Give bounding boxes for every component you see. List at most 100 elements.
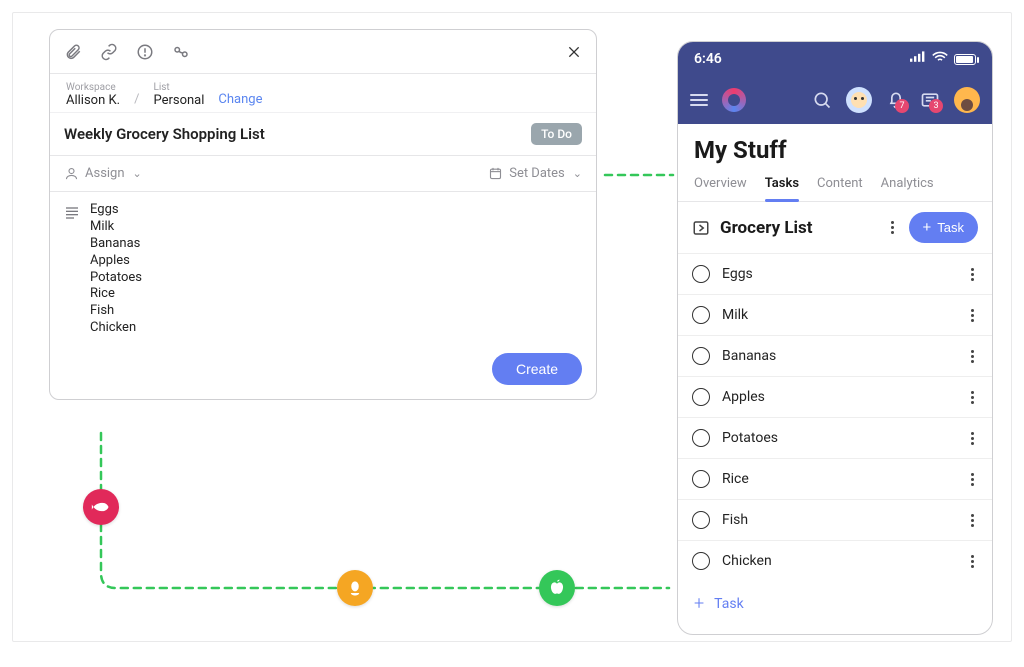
wifi-icon — [932, 51, 948, 67]
list-header: Grocery List + Task — [678, 202, 992, 254]
task-row[interactable]: Chicken — [678, 541, 992, 581]
set-dates-action[interactable]: Set Dates ⌄ — [488, 166, 582, 181]
app-logo[interactable] — [722, 88, 746, 112]
search-icon[interactable] — [812, 90, 832, 110]
task-row[interactable]: Bananas — [678, 336, 992, 377]
editor-title-row: Weekly Grocery Shopping List To Do — [50, 113, 596, 156]
task-row[interactable]: Rice — [678, 459, 992, 500]
breadcrumb-separator: / — [134, 92, 139, 107]
task-label: Potatoes — [722, 430, 954, 446]
task-label: Milk — [722, 307, 954, 323]
list-menu-icon[interactable] — [887, 221, 899, 234]
checkbox[interactable] — [692, 552, 710, 570]
task-menu-icon[interactable] — [966, 432, 978, 445]
task-label: Eggs — [722, 266, 954, 282]
task-menu-icon[interactable] — [966, 514, 978, 527]
desc-item: Fish — [90, 303, 142, 320]
menu-icon[interactable] — [690, 94, 708, 106]
close-icon[interactable] — [566, 44, 582, 60]
task-label: Fish — [722, 512, 954, 528]
add-task-row[interactable]: + Task — [678, 581, 992, 626]
connector-apple-node — [539, 570, 575, 606]
checkbox[interactable] — [692, 511, 710, 529]
task-row[interactable]: Potatoes — [678, 418, 992, 459]
task-title[interactable]: Weekly Grocery Shopping List — [64, 125, 531, 143]
text-icon — [64, 204, 80, 337]
add-task-button[interactable]: + Task — [909, 212, 979, 243]
page-title: My Stuff — [678, 124, 992, 168]
task-menu-icon[interactable] — [966, 268, 978, 281]
task-menu-icon[interactable] — [966, 473, 978, 486]
checkbox[interactable] — [692, 470, 710, 488]
task-menu-icon[interactable] — [966, 555, 978, 568]
phone-statusbar: 6:46 — [678, 42, 992, 76]
editor-actions: Assign ⌄ Set Dates ⌄ — [50, 156, 596, 192]
inbox-icon[interactable]: 3 — [920, 90, 940, 110]
task-editor: Workspace Allison K. / List Personal Cha… — [49, 29, 597, 400]
connector-egg-node — [337, 570, 373, 606]
desc-item: Rice — [90, 286, 142, 303]
list-title: Grocery List — [720, 218, 877, 238]
chevron-down-icon: ⌄ — [573, 167, 582, 180]
dependency-icon[interactable] — [172, 43, 190, 61]
inbox-badge: 3 — [929, 99, 943, 113]
editor-breadcrumb: Workspace Allison K. / List Personal Cha… — [50, 74, 596, 113]
tabs: Overview Tasks Content Analytics — [678, 168, 992, 202]
desc-item: Apples — [90, 253, 142, 270]
task-row[interactable]: Milk — [678, 295, 992, 336]
assign-action[interactable]: Assign ⌄ — [64, 166, 142, 181]
task-label: Rice — [722, 471, 954, 487]
link-icon[interactable] — [100, 43, 118, 61]
create-button[interactable]: Create — [492, 353, 582, 385]
bell-badge: 7 — [895, 99, 909, 113]
connector-fish-node — [83, 489, 119, 525]
desc-item: Bananas — [90, 236, 142, 253]
dates-label: Set Dates — [509, 166, 565, 181]
list-icon — [692, 219, 710, 237]
task-menu-icon[interactable] — [966, 391, 978, 404]
add-task-row-label: Task — [714, 596, 744, 612]
checkbox[interactable] — [692, 388, 710, 406]
assistant-avatar[interactable] — [846, 87, 872, 113]
desc-item: Potatoes — [90, 270, 142, 287]
checkbox[interactable] — [692, 265, 710, 283]
task-label: Bananas — [722, 348, 954, 364]
user-avatar[interactable] — [954, 87, 980, 113]
add-task-label: Task — [937, 220, 964, 235]
task-row[interactable]: Eggs — [678, 254, 992, 295]
tab-tasks[interactable]: Tasks — [765, 168, 799, 201]
task-row[interactable]: Apples — [678, 377, 992, 418]
task-row[interactable]: Fish — [678, 500, 992, 541]
checkbox[interactable] — [692, 347, 710, 365]
task-description[interactable]: Eggs Milk Bananas Apples Potatoes Rice F… — [90, 202, 142, 337]
plus-icon: + — [923, 219, 932, 236]
tab-overview[interactable]: Overview — [694, 168, 747, 201]
editor-toolbar — [50, 30, 596, 74]
bell-icon[interactable]: 7 — [886, 90, 906, 110]
editor-footer: Create — [50, 343, 596, 399]
breadcrumb-change[interactable]: Change — [218, 92, 262, 107]
editor-body[interactable]: Eggs Milk Bananas Apples Potatoes Rice F… — [50, 192, 596, 343]
breadcrumb-workspace: Workspace Allison K. — [66, 82, 120, 108]
task-label: Apples — [722, 389, 954, 405]
signal-icon — [910, 51, 926, 67]
status-pill[interactable]: To Do — [531, 123, 582, 145]
tab-analytics[interactable]: Analytics — [881, 168, 934, 201]
phone-mockup: 6:46 — [677, 41, 993, 635]
checkbox[interactable] — [692, 429, 710, 447]
chevron-down-icon: ⌄ — [133, 167, 142, 180]
breadcrumb-list: List Personal — [153, 82, 204, 108]
checkbox[interactable] — [692, 306, 710, 324]
app-frame: Workspace Allison K. / List Personal Cha… — [12, 12, 1012, 642]
attachment-icon[interactable] — [64, 43, 82, 61]
tab-content[interactable]: Content — [817, 168, 863, 201]
desc-item: Chicken — [90, 320, 142, 337]
plus-icon: + — [694, 593, 704, 614]
task-menu-icon[interactable] — [966, 350, 978, 363]
phone-navbar: 7 3 — [678, 76, 992, 124]
important-icon[interactable] — [136, 43, 154, 61]
task-list: Eggs Milk Bananas Apples Potatoes — [678, 254, 992, 581]
task-menu-icon[interactable] — [966, 309, 978, 322]
clock-text: 6:46 — [694, 51, 722, 67]
assign-label: Assign — [85, 166, 125, 181]
